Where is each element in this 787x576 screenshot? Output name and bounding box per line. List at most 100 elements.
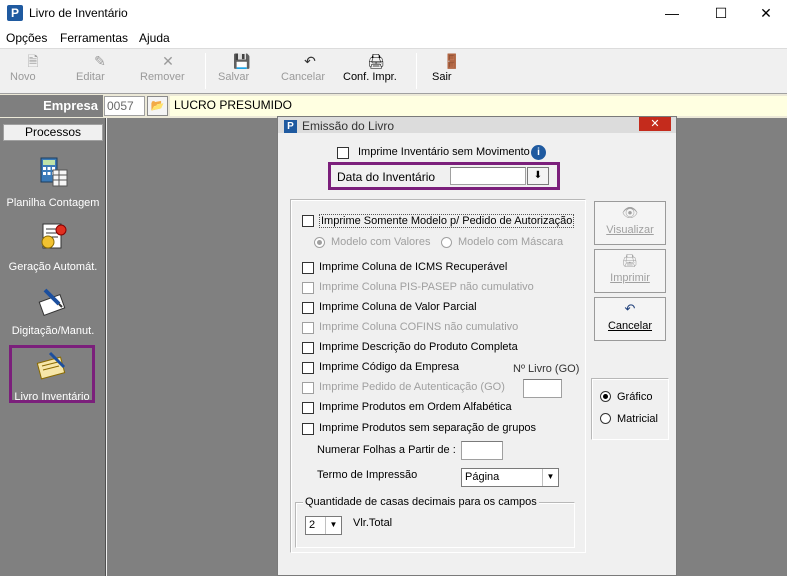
- minimize-button[interactable]: —: [649, 0, 695, 27]
- dialog-close-button[interactable]: ✕: [639, 117, 671, 131]
- imprime-sem-movimento-label: Imprime Inventário sem Movimento: [358, 146, 530, 158]
- calendar-dropdown-icon[interactable]: ⬇: [527, 167, 549, 185]
- decimais-legend: Quantidade de casas decimais para os cam…: [303, 496, 539, 508]
- option-label-7: Imprime Pedido de Autenticação (GO): [319, 381, 505, 393]
- process-item-planilha-contagem[interactable]: Planilha Contagem: [3, 156, 103, 209]
- dialog-title-bar: P Emissão do Livro ✕: [278, 117, 676, 133]
- close-button[interactable]: ✕: [743, 0, 787, 27]
- option-checkbox-4[interactable]: [302, 322, 314, 334]
- empresa-name: LUCRO PRESUMIDO: [170, 96, 787, 116]
- option-checkbox-7[interactable]: [302, 382, 314, 394]
- dialog-app-icon: P: [284, 120, 297, 133]
- salvar-button[interactable]: 💾 Salvar: [218, 51, 266, 91]
- process-item-label: Geração Automát.: [8, 261, 98, 273]
- open-folder-icon[interactable]: 📂: [147, 96, 168, 116]
- process-panel: Processos Planilha Contagem Geração Auto…: [0, 118, 106, 576]
- menu-ferramentas[interactable]: Ferramentas: [60, 31, 128, 45]
- writing-pen-icon: [38, 288, 66, 316]
- numerar-folhas-field[interactable]: [461, 441, 503, 460]
- chevron-down-icon: ▼: [542, 469, 558, 486]
- n-livro-label: Nº Livro (GO): [513, 363, 580, 375]
- option-label-6: Imprime Código da Empresa: [319, 361, 460, 373]
- option-label-9: Imprime Produtos sem separação de grupos: [319, 422, 537, 434]
- process-panel-header: Processos: [3, 124, 103, 141]
- grafico-radio[interactable]: [600, 391, 611, 402]
- option-checkbox-6[interactable]: [302, 362, 314, 374]
- remove-icon: ✕: [162, 53, 174, 69]
- process-item-digitacao-manut[interactable]: Digitação/Manut.: [3, 284, 103, 337]
- undo-icon: ↶: [624, 301, 636, 316]
- option-label-8: Imprime Produtos em Ordem Alfabética: [319, 401, 512, 413]
- matricial-radio[interactable]: [600, 413, 611, 424]
- modelo-mascara-label: Modelo com Máscara: [458, 236, 564, 248]
- remover-button[interactable]: ✕ Remover: [140, 51, 196, 91]
- imprime-sem-movimento-checkbox[interactable]: [337, 147, 349, 159]
- option-checkbox-1[interactable]: [302, 262, 314, 274]
- option-checkbox-3[interactable]: [302, 302, 314, 314]
- title-bar: P Livro de Inventário — ☐ ✕: [0, 0, 787, 27]
- option-checkbox-8[interactable]: [302, 402, 314, 414]
- process-item-geracao-automatica[interactable]: Geração Automát.: [3, 220, 103, 273]
- modelo-valores-radio[interactable]: [314, 237, 325, 248]
- visualizar-button[interactable]: 👁 Visualizar: [594, 201, 666, 245]
- option-checkbox-5[interactable]: [302, 342, 314, 354]
- edit-icon: ✎: [94, 53, 106, 69]
- option-label-2: Imprime Coluna PIS-PASEP não cumulativo: [319, 281, 534, 293]
- novo-button[interactable]: 🗎 Novo: [10, 51, 56, 91]
- cancelar-toolbar-button[interactable]: ↶ Cancelar: [281, 51, 339, 91]
- option-label-3: Imprime Coluna de Valor Parcial: [319, 301, 477, 313]
- data-inventario-field[interactable]: [450, 167, 526, 185]
- process-item-label: Planilha Contagem: [6, 197, 100, 209]
- vlr-total-label: Vlr.Total: [353, 517, 393, 529]
- decimais-value: 2: [309, 519, 316, 531]
- undo-icon: ↶: [304, 53, 316, 69]
- preview-icon: 👁: [621, 205, 639, 220]
- emissao-livro-dialog: P Emissão do Livro ✕ Imprime Inventário …: [277, 116, 677, 576]
- decimais-select[interactable]: 2 ▼: [305, 516, 342, 535]
- imprimir-button[interactable]: 🖨 Imprimir: [594, 249, 666, 293]
- grafico-label: Gráfico: [617, 391, 653, 403]
- toolbar-separator: [205, 53, 206, 89]
- option-checkbox-0[interactable]: [302, 215, 314, 227]
- toolbar: 🗎 Novo ✎ Editar ✕ Remover 💾 Salvar ↶ Can…: [0, 48, 787, 93]
- info-icon[interactable]: i: [531, 145, 546, 160]
- maximize-button[interactable]: ☐: [698, 0, 744, 27]
- menu-ajuda[interactable]: Ajuda: [139, 31, 170, 45]
- printer-icon: 🖨: [367, 53, 385, 69]
- menu-opcoes[interactable]: Opções: [6, 31, 47, 45]
- modelo-mascara-radio[interactable]: [441, 237, 452, 248]
- modelo-valores-label: Modelo com Valores: [331, 236, 431, 248]
- menu-bar: Opções Ferramentas Ajuda: [0, 27, 787, 48]
- matricial-label: Matricial: [617, 413, 658, 425]
- conf-impr-button[interactable]: 🖨 Conf. Impr.: [343, 51, 409, 91]
- option-checkbox-2[interactable]: [302, 282, 314, 294]
- n-livro-field[interactable]: [523, 379, 562, 398]
- save-icon: 💾: [233, 53, 251, 69]
- toolbar-separator: [416, 53, 417, 89]
- process-item-label: Livro Inventário: [14, 391, 90, 403]
- termo-impressao-select[interactable]: Página ▼: [461, 468, 559, 487]
- print-icon: 🖨: [621, 253, 639, 268]
- cancelar-dialog-button[interactable]: ↶ Cancelar: [594, 297, 666, 341]
- option-label-0: Imprime Somente Modelo p/ Pedido de Auto…: [319, 214, 575, 228]
- empresa-bar: Empresa 0057 📂 LUCRO PRESUMIDO: [0, 93, 787, 118]
- data-inventario-group: Data do Inventário ⬇: [328, 162, 560, 190]
- output-mode-group: [591, 378, 669, 440]
- dialog-title: Emissão do Livro: [302, 119, 395, 133]
- editar-button[interactable]: ✎ Editar: [76, 51, 124, 91]
- option-checkbox-9[interactable]: [302, 423, 314, 435]
- chevron-down-icon: ▼: [325, 517, 341, 534]
- numerar-folhas-label: Numerar Folhas a Partir de :: [317, 444, 456, 456]
- process-item-label: Digitação/Manut.: [11, 325, 95, 337]
- data-inventario-label: Data do Inventário: [337, 170, 436, 184]
- option-label-4: Imprime Coluna COFINS não cumulativo: [319, 321, 519, 333]
- empresa-code-field[interactable]: 0057: [104, 96, 145, 116]
- new-document-icon: 🗎: [27, 53, 39, 69]
- sair-button[interactable]: 🚪 Sair: [432, 51, 472, 91]
- spreadsheet-calculator-icon: [40, 157, 68, 187]
- termo-impressao-label: Termo de Impressão: [317, 469, 418, 481]
- window-title: Livro de Inventário: [29, 6, 128, 20]
- exit-door-icon: 🚪: [443, 53, 461, 69]
- process-item-livro-inventario[interactable]: Livro Inventário: [9, 345, 95, 403]
- termo-impressao-value: Página: [465, 471, 500, 483]
